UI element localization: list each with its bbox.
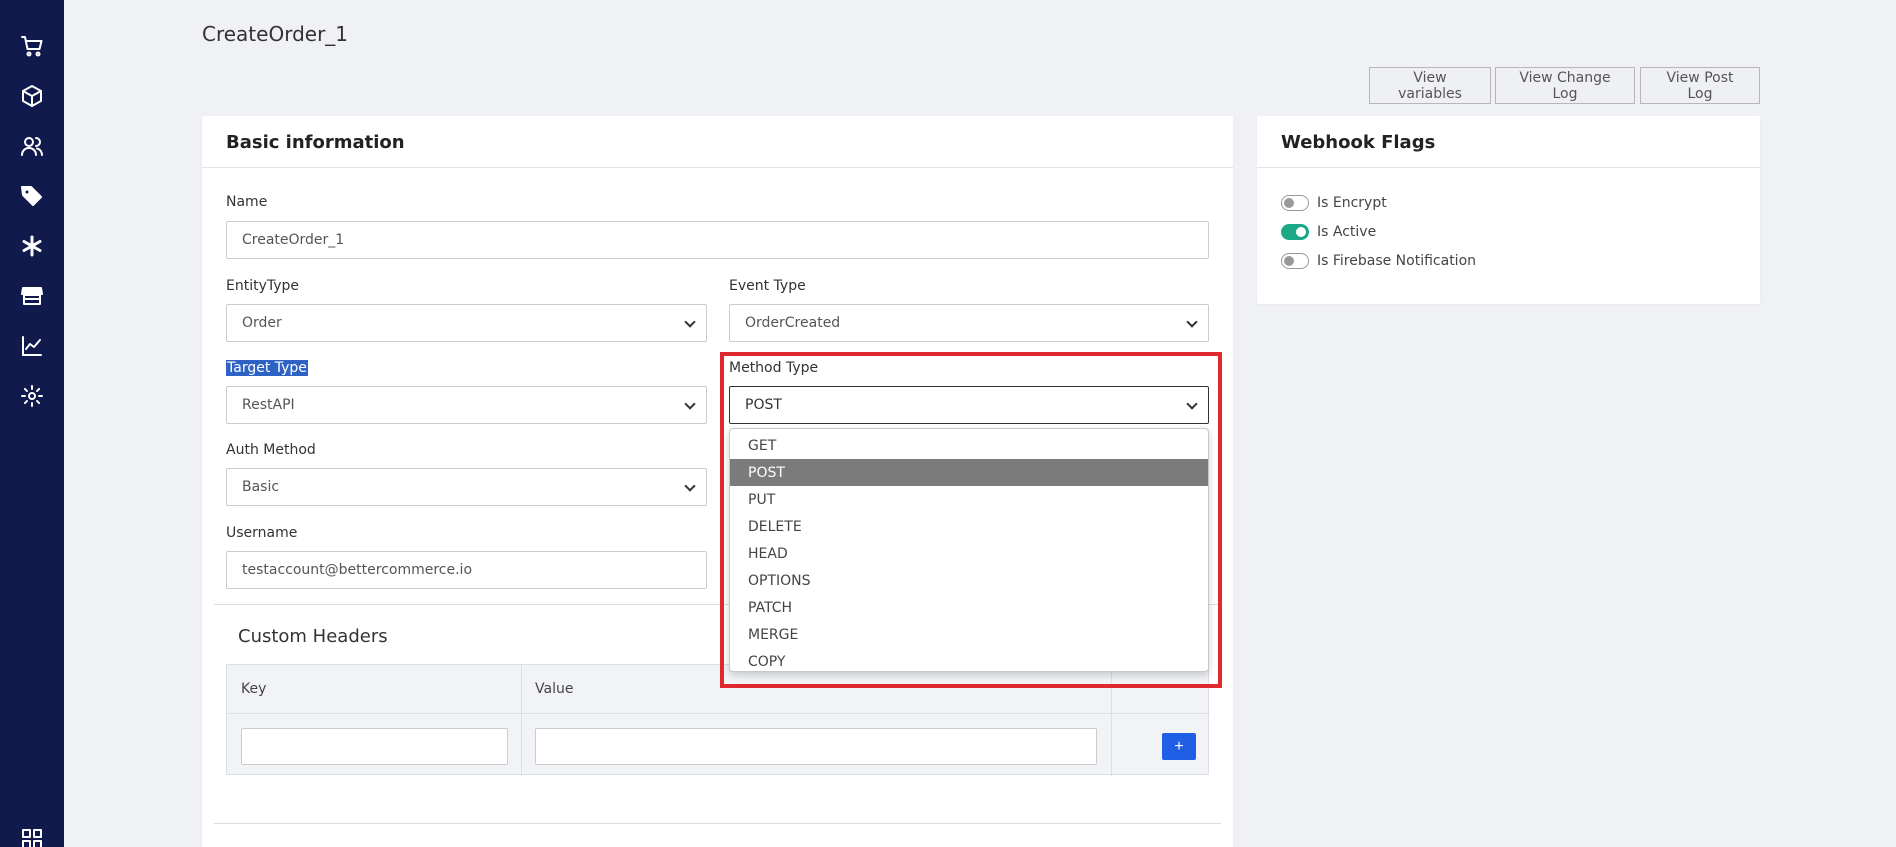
dropdown-option-delete[interactable]: DELETE <box>730 513 1208 540</box>
flag-label: Is Firebase Notification <box>1317 253 1477 269</box>
column-divider <box>1111 665 1112 776</box>
dropdown-option-get[interactable]: GET <box>730 432 1208 459</box>
toggle-switch[interactable] <box>1281 224 1309 240</box>
view-change-log-button[interactable]: View Change Log <box>1495 67 1635 104</box>
entity-type-label: EntityType <box>226 278 300 294</box>
auth-method-label: Auth Method <box>226 442 316 458</box>
flag-is-encrypt[interactable]: Is Encrypt <box>1281 192 1387 214</box>
page-title: CreateOrder_1 <box>202 22 349 46</box>
dropdown-option-options[interactable]: OPTIONS <box>730 567 1208 594</box>
flag-is-firebase-notification[interactable]: Is Firebase Notification <box>1281 250 1476 272</box>
username-label: Username <box>226 525 298 541</box>
view-post-log-button[interactable]: View Post Log <box>1640 67 1760 104</box>
basic-information-heading: Basic information <box>202 116 1233 168</box>
chart-icon[interactable] <box>20 334 44 358</box>
view-variables-button[interactable]: View variables <box>1369 67 1491 104</box>
toggle-switch[interactable] <box>1281 253 1309 269</box>
tags-icon[interactable] <box>20 184 44 208</box>
box-icon[interactable] <box>20 84 44 108</box>
method-type-dropdown: GET POST PUT DELETE HEAD OPTIONS PATCH M… <box>729 428 1209 672</box>
webhook-flags-heading: Webhook Flags <box>1257 116 1760 168</box>
dropdown-option-put[interactable]: PUT <box>730 486 1208 513</box>
grid-icon[interactable] <box>20 827 44 847</box>
custom-headers-title: Custom Headers <box>238 626 388 647</box>
method-type-select[interactable]: POST <box>729 386 1209 424</box>
users-icon[interactable] <box>20 134 44 158</box>
username-field[interactable]: testaccount@bettercommerce.io <box>226 551 707 589</box>
flag-label: Is Active <box>1317 224 1377 240</box>
column-divider <box>521 665 522 776</box>
gear-icon[interactable] <box>20 384 44 408</box>
method-type-label: Method Type <box>729 360 819 376</box>
row-divider <box>227 713 1210 714</box>
flag-label: Is Encrypt <box>1317 195 1387 211</box>
custom-headers-table: Key Value + <box>226 664 1210 776</box>
add-header-button[interactable]: + <box>1162 733 1196 760</box>
target-type-label: Target Type <box>226 360 308 376</box>
dropdown-option-merge[interactable]: MERGE <box>730 621 1208 648</box>
header-key-input[interactable] <box>241 728 508 765</box>
dropdown-option-patch[interactable]: PATCH <box>730 594 1208 621</box>
store-icon[interactable] <box>20 284 44 308</box>
sidebar <box>0 0 64 847</box>
dropdown-option-post[interactable]: POST <box>730 459 1208 486</box>
name-field[interactable]: CreateOrder_1 <box>226 221 1209 259</box>
webhook-flags-card: Webhook Flags Is Encrypt Is Active Is Fi… <box>1257 116 1760 304</box>
event-type-label: Event Type <box>729 278 806 294</box>
target-type-label-text: Target Type <box>226 360 308 376</box>
event-type-select[interactable]: OrderCreated <box>729 304 1209 342</box>
cart-icon[interactable] <box>20 34 44 58</box>
entity-type-select[interactable]: Order <box>226 304 707 342</box>
key-column-header: Key <box>241 681 267 697</box>
bottom-divider <box>214 823 1221 824</box>
name-label: Name <box>226 194 268 210</box>
header-value-input[interactable] <box>535 728 1097 765</box>
dropdown-option-copy[interactable]: COPY <box>730 648 1208 675</box>
toggle-switch[interactable] <box>1281 195 1309 211</box>
asterisk-icon[interactable] <box>20 234 44 258</box>
flag-is-active[interactable]: Is Active <box>1281 221 1376 243</box>
auth-method-select[interactable]: Basic <box>226 468 707 506</box>
target-type-select[interactable]: RestAPI <box>226 386 707 424</box>
dropdown-option-head[interactable]: HEAD <box>730 540 1208 567</box>
